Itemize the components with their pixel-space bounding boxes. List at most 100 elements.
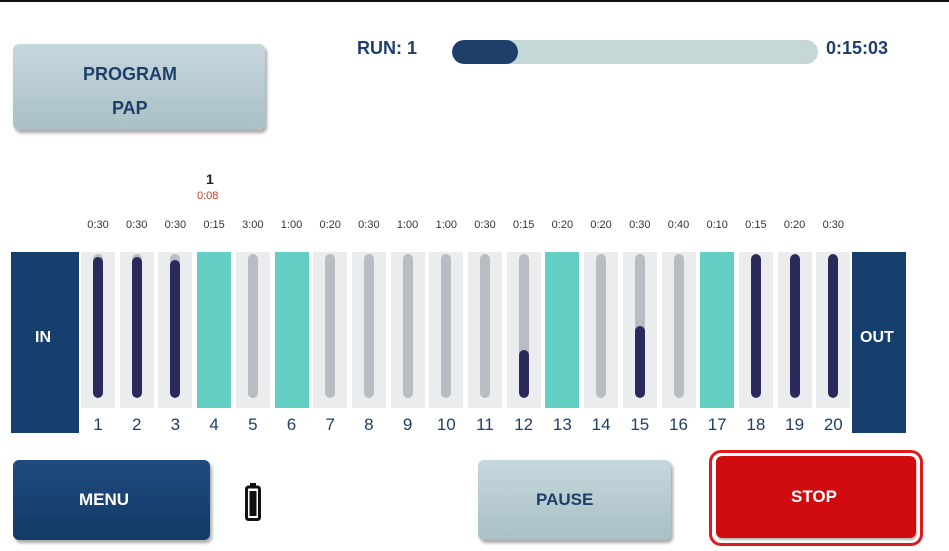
station-duration: 0:30 <box>822 219 844 231</box>
station-level-fill <box>131 256 142 398</box>
stop-button[interactable]: STOP <box>716 456 916 538</box>
station-level-track <box>480 254 490 398</box>
station-lane <box>158 252 193 408</box>
outlet-block: OUT <box>852 252 906 433</box>
station-lane <box>738 252 773 408</box>
station-number: 3 <box>170 415 181 434</box>
station-lane <box>506 252 541 408</box>
menu-button[interactable]: MENU <box>13 460 210 540</box>
inlet-block: IN <box>11 252 79 433</box>
current-step-marker: 1 <box>206 171 214 187</box>
station-lane <box>390 252 425 408</box>
pause-button-label: PAUSE <box>536 490 594 509</box>
station-number: 5 <box>248 415 258 434</box>
run-progress-bar <box>452 40 818 64</box>
station-duration: 1:00 <box>435 219 457 231</box>
station-number: 14 <box>591 415 611 434</box>
station-level-fill <box>634 326 645 398</box>
station-lane <box>584 252 619 408</box>
station-number: 10 <box>436 415 456 434</box>
station-lane <box>351 252 386 408</box>
station-number: 4 <box>209 415 219 434</box>
station-duration: 0:30 <box>87 219 109 231</box>
station-lane <box>622 252 657 408</box>
station-number: 16 <box>669 415 688 434</box>
station-level-track <box>518 254 529 398</box>
station-duration: 0:10 <box>706 219 728 231</box>
station-number: 9 <box>402 415 413 434</box>
station-level-fill <box>170 259 181 398</box>
station-level-fill <box>93 256 103 398</box>
station-level-track <box>789 254 800 398</box>
station-duration: 3:00 <box>242 219 264 231</box>
station-number: 12 <box>514 415 534 434</box>
top-border <box>0 0 949 2</box>
station-lane <box>197 252 232 408</box>
station-lane <box>313 252 348 408</box>
station-level-track <box>402 254 413 398</box>
program-name: PAP <box>112 98 148 118</box>
station-level-track <box>131 254 142 398</box>
station-lane <box>468 252 502 408</box>
station-duration: 1:00 <box>396 219 419 231</box>
program-button[interactable]: PROGRAM PAP <box>13 44 265 130</box>
station-level-fill <box>518 350 529 398</box>
station-lane <box>700 252 735 408</box>
battery-icon <box>245 483 261 521</box>
station-level-track <box>363 254 374 398</box>
station-number: 1 <box>93 415 103 434</box>
station-level-track <box>441 254 452 398</box>
station-duration: 0:20 <box>783 219 806 231</box>
station-number: 13 <box>552 415 572 434</box>
station-lane <box>274 252 309 408</box>
station-number: 20 <box>823 415 843 434</box>
station-level-fill <box>828 254 839 398</box>
current-step-elapsed: 0:08 <box>197 190 219 202</box>
station-lanes: 1 2 3 4 5 6 7 8 9 10 11 12 13 14 15 16 17 18 19 20 <box>79 252 852 434</box>
station-level-track <box>634 254 645 398</box>
station-duration: 0:20 <box>551 219 574 231</box>
station-duration: 0:15 <box>745 219 767 231</box>
station-number: 18 <box>746 415 766 434</box>
station-duration: 0:15 <box>512 219 535 231</box>
program-label: PROGRAM <box>83 64 177 84</box>
pause-button[interactable]: PAUSE <box>478 460 671 540</box>
station-duration: 0:30 <box>629 219 651 231</box>
station-level-track <box>750 254 761 398</box>
run-time: 0:15:03 <box>826 38 889 58</box>
run-label: RUN: 1 <box>357 38 418 58</box>
menu-button-label: MENU <box>79 490 130 509</box>
station-duration: 0:15 <box>203 219 225 231</box>
station-number: 17 <box>707 415 727 434</box>
station-lane <box>81 252 115 408</box>
station-lane <box>429 252 464 408</box>
inlet-label: IN <box>35 329 51 346</box>
station-duration: 0:40 <box>667 219 690 231</box>
station-level-track <box>828 254 839 398</box>
station-lane <box>777 252 812 408</box>
station-level-track <box>93 254 103 398</box>
station-number: 2 <box>131 415 142 434</box>
station-level-track <box>325 254 336 398</box>
stop-button-label: STOP <box>791 487 837 506</box>
station-duration: 0:30 <box>358 219 380 231</box>
station-lane <box>816 252 851 408</box>
station-duration: 0:30 <box>474 219 496 231</box>
station-level-track <box>596 254 607 398</box>
station-lane <box>235 252 270 408</box>
station-duration: 0:20 <box>590 219 612 231</box>
station-duration: 0:20 <box>319 219 341 231</box>
station-number: 19 <box>785 415 805 434</box>
station-lane <box>119 252 154 408</box>
station-number: 7 <box>325 415 335 434</box>
station-level-fill <box>750 254 761 398</box>
run-progress-fill <box>452 40 518 64</box>
station-level-track <box>673 254 684 398</box>
station-number: 11 <box>476 415 494 434</box>
station-duration: 0:30 <box>164 219 187 231</box>
station-number: 8 <box>364 415 374 434</box>
station-number: 15 <box>630 415 650 434</box>
station-number: 6 <box>286 415 297 434</box>
station-duration: 1:00 <box>280 219 303 231</box>
station-level-fill <box>789 254 800 398</box>
